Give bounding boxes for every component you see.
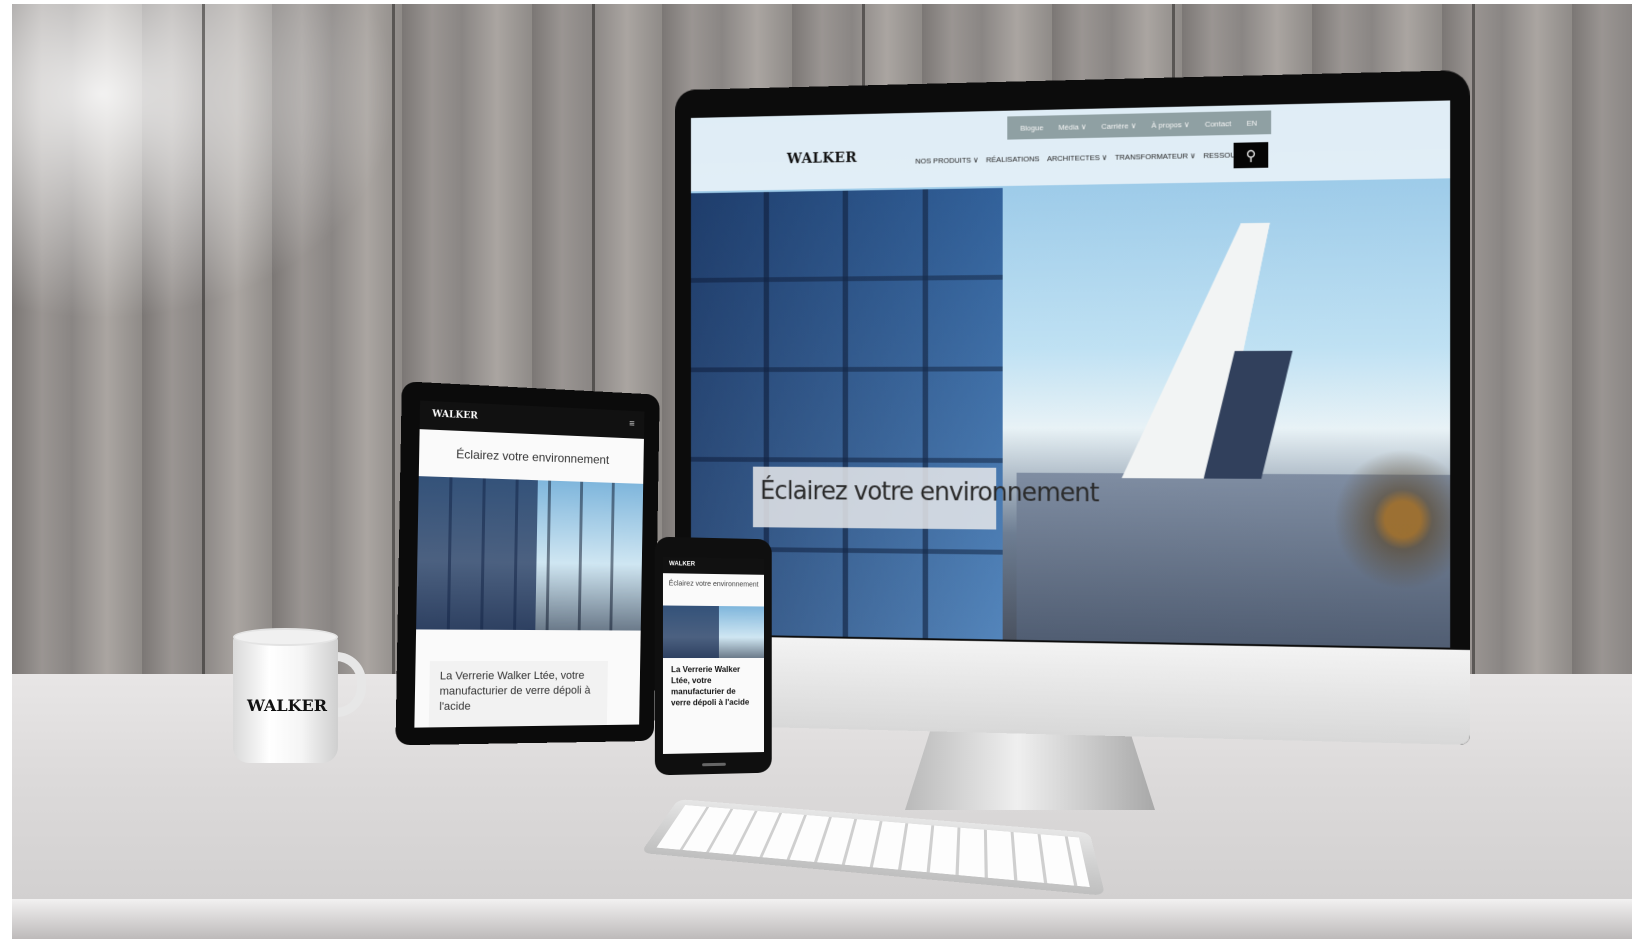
main-nav: NOS PRODUITS ∨ RÉALISATIONS ARCHITECTES … (915, 150, 1272, 166)
mug-rim (233, 628, 338, 646)
nav-item-realisations[interactable]: RÉALISATIONS (986, 154, 1039, 164)
nav-item-transformateur[interactable]: TRANSFORMATEUR ∨ (1115, 151, 1196, 161)
phone-intro-text: La Verrerie Walker Ltée, votre manufactu… (663, 658, 764, 715)
autumn-tree-image (1321, 430, 1451, 630)
hero-headline: Éclairez votre environnement (753, 467, 996, 530)
nav-link-blogue[interactable]: Blogue (1020, 123, 1043, 132)
tablet-device: WALKER ≡ Éclairez votre environnement La… (395, 381, 659, 745)
desktop-monitor: WALKER Blogue Média ∨ Carrière ∨ À propo… (675, 70, 1470, 745)
wall-plank-seam (1472, 4, 1475, 694)
mug-walker-logo: WALKER (232, 696, 342, 715)
nav-link-media[interactable]: Média ∨ (1058, 122, 1086, 131)
phone-hero-title: Éclairez votre environnement (663, 573, 764, 606)
nav-link-a-propos[interactable]: À propos ∨ (1151, 120, 1189, 130)
phone-device: WALKER Éclairez votre environnement La V… (655, 537, 772, 776)
search-icon: ⚲ (1246, 147, 1256, 164)
wall-plank-seam (392, 4, 395, 694)
walker-logo[interactable]: WALKER (787, 148, 857, 167)
phone-home-indicator (702, 763, 726, 767)
tablet-hero-image (416, 476, 643, 630)
wall-plank-seam (202, 4, 205, 694)
phone-hero-image (663, 605, 764, 658)
nav-item-architectes[interactable]: ARCHITECTES ∨ (1047, 153, 1107, 163)
tablet-screen: WALKER ≡ Éclairez votre environnement La… (414, 401, 644, 728)
nav-item-nos-produits[interactable]: NOS PRODUITS ∨ (915, 156, 978, 166)
tablet-walker-logo[interactable]: WALKER (432, 409, 478, 421)
desk-edge (12, 899, 1632, 939)
phone-screen: WALKER Éclairez votre environnement La V… (663, 557, 764, 754)
phone-walker-logo[interactable]: WALKER (669, 561, 695, 568)
utility-nav: Blogue Média ∨ Carrière ∨ À propos ∨ Con… (1007, 111, 1270, 140)
monitor-screen: WALKER Blogue Média ∨ Carrière ∨ À propo… (691, 100, 1450, 647)
nav-link-contact[interactable]: Contact (1205, 119, 1231, 128)
site-header: WALKER Blogue Média ∨ Carrière ∨ À propo… (691, 100, 1450, 191)
language-toggle[interactable]: EN (1247, 118, 1258, 127)
phone-header: WALKER (663, 557, 764, 575)
nav-link-carriere[interactable]: Carrière ∨ (1101, 121, 1136, 131)
hamburger-menu-icon[interactable]: ≡ (629, 419, 635, 430)
search-button[interactable]: ⚲ (1234, 142, 1269, 168)
tablet-intro-card: La Verrerie Walker Ltée, votre manufactu… (429, 661, 608, 728)
